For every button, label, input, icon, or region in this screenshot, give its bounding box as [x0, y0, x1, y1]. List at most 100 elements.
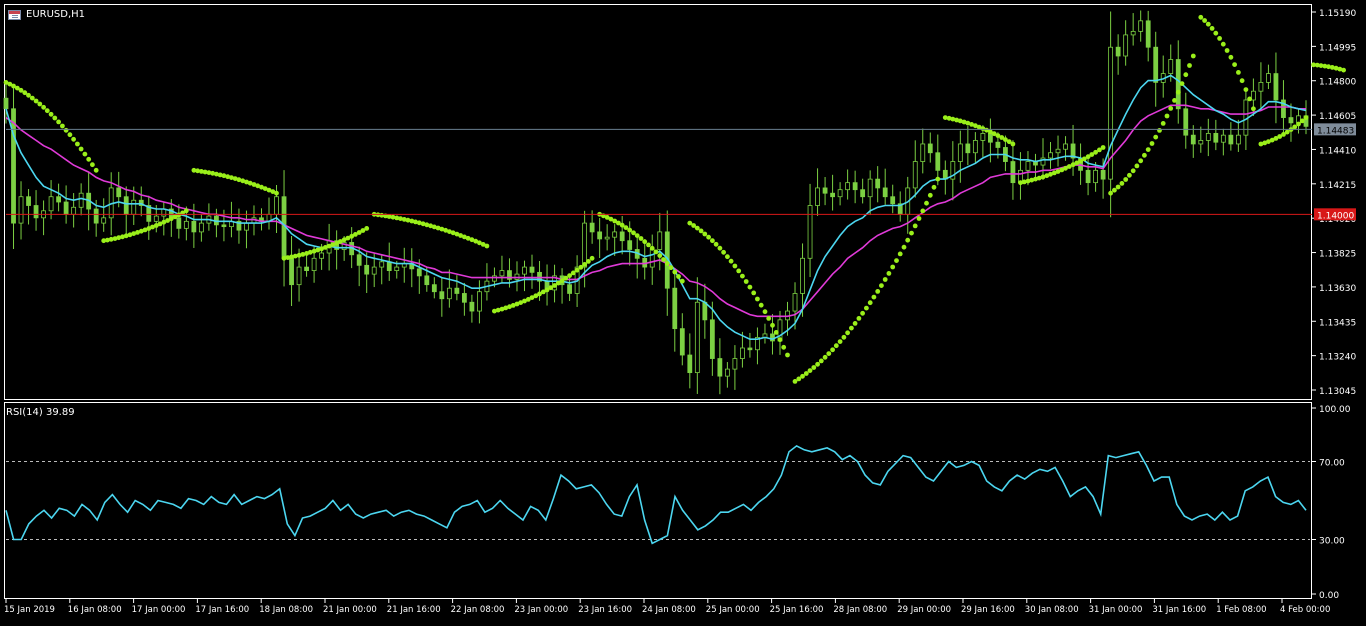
- time-tick-label: 29 Jan 16:00: [961, 605, 1015, 615]
- candle-body: [461, 293, 467, 303]
- candle-body: [11, 108, 16, 224]
- sar-dot: [1209, 26, 1215, 31]
- sar-dot: [1134, 163, 1140, 169]
- sar-dot: [1160, 121, 1166, 126]
- time-tick-label: 21 Jan 16:00: [387, 605, 441, 615]
- sar-dot: [41, 104, 46, 110]
- sar-dot: [657, 253, 663, 258]
- time-tick-label: 31 Jan 16:00: [1152, 605, 1206, 615]
- sar-dot: [44, 108, 50, 114]
- candle-body: [274, 196, 279, 215]
- candle-body: [244, 222, 249, 231]
- rsi-tick-label: 0.00: [1319, 591, 1339, 601]
- candle-body: [446, 287, 452, 300]
- sar-dot: [849, 325, 854, 331]
- sar-dot: [845, 330, 850, 336]
- sar-dot: [901, 244, 907, 250]
- candle-body: [191, 220, 197, 233]
- candle-body: [860, 189, 866, 198]
- candle-body: [1213, 133, 1219, 143]
- candle-body: [1025, 161, 1031, 171]
- current-price-label: 1.14483: [1317, 126, 1354, 136]
- sar-dot: [653, 249, 659, 255]
- time-tick-label: 29 Jan 00:00: [897, 605, 951, 615]
- candle-body: [987, 133, 993, 143]
- time-tick-label: 31 Jan 00:00: [1089, 605, 1143, 615]
- sar-dot: [1108, 190, 1113, 196]
- symbol-label: EURUSD,H1: [26, 9, 86, 20]
- candle-body: [747, 347, 753, 351]
- candle-body: [604, 236, 610, 240]
- chart-canvas[interactable]: 1.15190 1.14995 1.14800 1.14605 1.14410 1.142…: [0, 0, 1366, 622]
- time-tick-label: 15 Jan 2019: [4, 605, 55, 615]
- candle-body: [1273, 73, 1279, 101]
- candle-body: [694, 301, 700, 374]
- time-tick-label: 25 Jan 00:00: [706, 605, 760, 615]
- sar-dot: [37, 101, 43, 107]
- sar-dot: [676, 274, 681, 279]
- candle-body: [386, 261, 392, 271]
- sar-dot: [1164, 113, 1170, 119]
- sar-dot: [905, 237, 911, 243]
- candle-body: [63, 201, 69, 215]
- candle-body: [927, 143, 933, 154]
- price-tick-label: 1.15190: [1319, 9, 1356, 19]
- time-tick-label: 21 Jan 00:00: [323, 605, 377, 615]
- sar-dot: [634, 233, 640, 239]
- sar-dot: [1217, 36, 1222, 41]
- sar-dot: [71, 136, 76, 142]
- sar-dot: [75, 141, 80, 147]
- sar-dot: [1251, 106, 1256, 112]
- candle-body: [867, 178, 873, 198]
- candle-body: [995, 141, 1001, 148]
- sar-dot: [698, 228, 704, 234]
- candle-body: [1055, 148, 1061, 154]
- symbol-title: EURUSD,H1: [8, 9, 85, 20]
- time-axis[interactable]: 15 Jan 2019 16 Jan 08:00 17 Jan 00:00 17 Ja…: [4, 599, 1330, 615]
- sar-dot: [894, 258, 899, 263]
- sar-dot: [1153, 134, 1159, 140]
- alert-price-label: 1.14000: [1317, 211, 1354, 221]
- candle-body: [1250, 90, 1256, 101]
- time-tick-label: 23 Jan 00:00: [514, 605, 568, 615]
- sar-dot: [875, 289, 881, 294]
- sar-dot: [1247, 96, 1252, 102]
- sar-dot: [736, 268, 742, 274]
- sar-dot: [912, 223, 918, 229]
- sar-dot: [1299, 118, 1305, 124]
- candle-body: [875, 178, 881, 189]
- sar-dot: [826, 351, 832, 356]
- candle-body: [101, 217, 107, 224]
- candle-body: [1048, 152, 1053, 159]
- candle-body: [123, 196, 129, 215]
- candle-body: [153, 215, 159, 222]
- sar-dot: [815, 361, 820, 367]
- candle-body: [514, 273, 520, 280]
- time-tick-label: 24 Jan 08:00: [642, 605, 696, 615]
- sar-dot: [721, 249, 726, 255]
- candle-body: [477, 291, 482, 312]
- rsi-axis[interactable]: 100.00 70.00 30.00 0.00: [1312, 405, 1351, 601]
- sar-dot: [1198, 14, 1204, 20]
- candle-body: [724, 368, 730, 377]
- candle-body: [394, 266, 400, 271]
- time-tick-label: 30 Jan 08:00: [1025, 605, 1079, 615]
- sar-dot: [1296, 121, 1301, 127]
- candle-body: [1115, 46, 1121, 57]
- candle-body: [33, 205, 39, 219]
- sar-dot: [728, 258, 734, 264]
- candle-body: [612, 231, 618, 238]
- sar-dot: [574, 267, 580, 273]
- sar-dot: [364, 226, 370, 231]
- candle-body: [1130, 30, 1136, 36]
- sar-dot: [33, 98, 39, 104]
- price-tick-label: 1.13240: [1319, 353, 1356, 363]
- candle-body: [492, 275, 497, 282]
- candle-body: [980, 133, 986, 141]
- price-tick-label: 1.13630: [1319, 284, 1356, 294]
- sar-dot: [29, 95, 35, 101]
- sar-dot: [924, 200, 929, 206]
- sar-dot: [755, 296, 760, 302]
- candle-body: [807, 205, 813, 259]
- candle-body: [26, 196, 31, 206]
